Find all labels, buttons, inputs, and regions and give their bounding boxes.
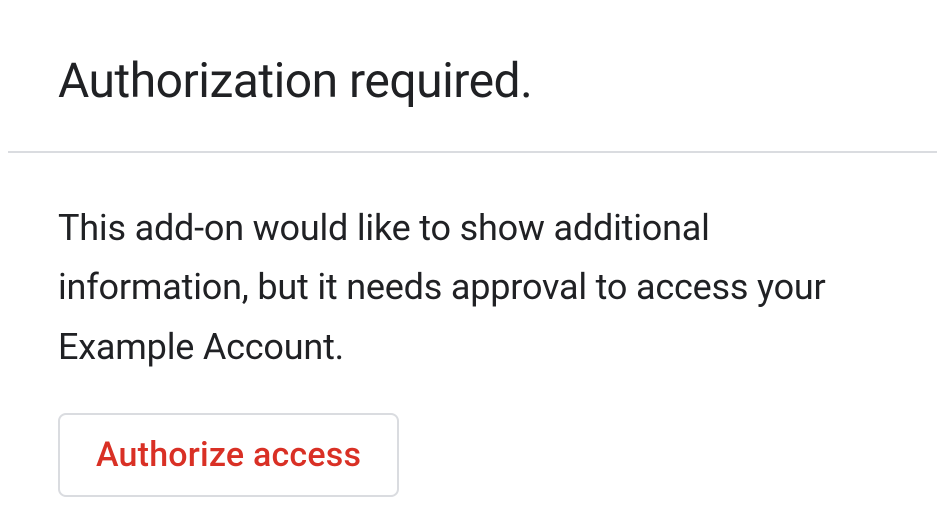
description-text: This add-on would like to show additiona… xyxy=(58,199,885,377)
header: Authorization required. xyxy=(0,0,945,151)
page-title: Authorization required. xyxy=(58,52,945,109)
content-area: This add-on would like to show additiona… xyxy=(0,153,945,497)
authorize-access-button[interactable]: Authorize access xyxy=(58,413,399,497)
